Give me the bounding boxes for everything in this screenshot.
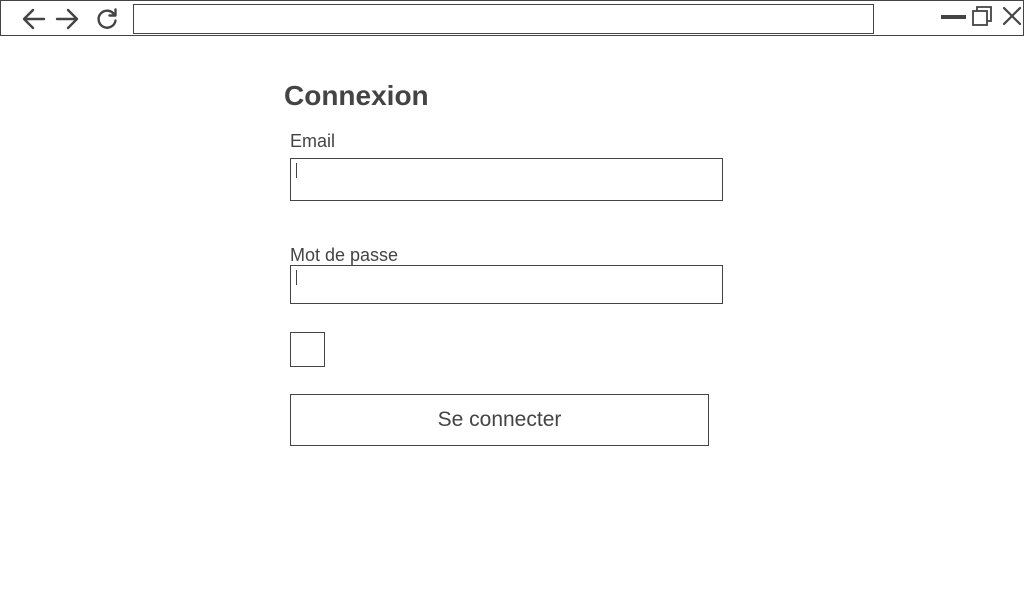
browser-toolbar <box>0 0 1024 36</box>
email-label: Email <box>290 131 336 151</box>
text-caret <box>296 270 297 285</box>
text-caret <box>296 163 297 178</box>
address-bar[interactable] <box>133 4 874 34</box>
maximize-button[interactable] <box>969 4 995 35</box>
login-button[interactable]: Se connecter <box>290 394 709 446</box>
password-field[interactable] <box>290 265 723 304</box>
close-button[interactable] <box>999 6 1024 32</box>
arrow-right-icon <box>54 6 80 32</box>
browser-window: Connexion Email Mot de passe Se connecte… <box>0 0 1024 600</box>
minimize-button[interactable] <box>940 6 966 32</box>
password-label: Mot de passe <box>290 245 399 265</box>
close-icon <box>999 4 1024 35</box>
remember-checkbox[interactable] <box>290 332 325 367</box>
reload-icon <box>94 6 120 32</box>
reload-button[interactable] <box>93 5 121 33</box>
back-button[interactable] <box>20 5 48 33</box>
forward-button[interactable] <box>53 5 81 33</box>
maximize-icon <box>969 4 995 35</box>
email-field[interactable] <box>290 158 723 201</box>
arrow-left-icon <box>21 6 47 32</box>
page-title: Connexion <box>284 80 429 111</box>
minimize-icon <box>940 4 966 35</box>
